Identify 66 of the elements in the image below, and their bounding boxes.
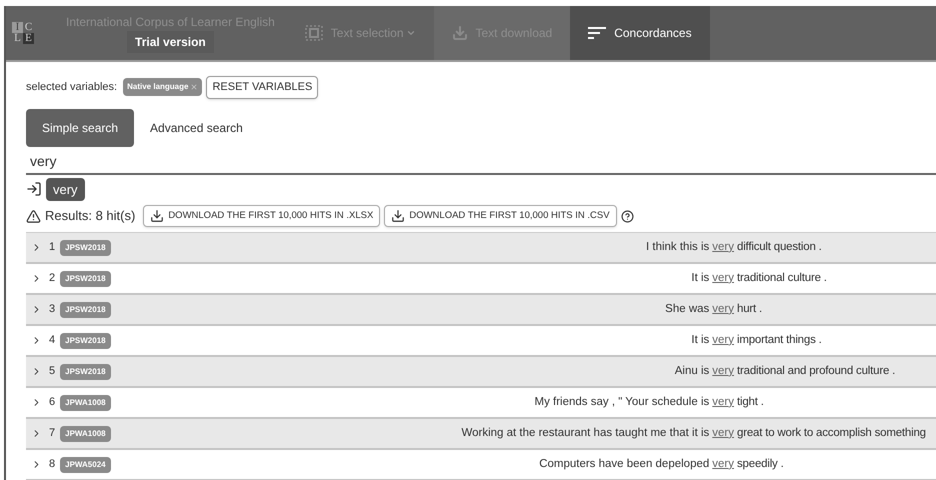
row-number: 6 — [49, 395, 56, 410]
download-icon — [391, 209, 406, 223]
concordance-row[interactable]: 1 JPSW2018 I think this is very difficult question . — [26, 233, 936, 264]
download-icon — [150, 209, 164, 223]
right-context: great to work to accomplish something — [737, 426, 927, 441]
text-code-badge: JPSW2018 — [60, 332, 111, 348]
logo: I C L E — [12, 22, 34, 44]
right-context: speedily . — [737, 456, 785, 472]
text-code-badge: JPWA1008 — [60, 394, 111, 410]
text-code-badge: JPSW2018 — [60, 364, 111, 380]
enter-icon — [26, 181, 42, 198]
download-button[interactable]: DOWNLOAD THE FIRST 10,000 HITS IN .CSV — [384, 205, 617, 227]
row-number: 4 — [49, 333, 56, 348]
keyword-link[interactable]: very — [712, 238, 734, 256]
text-code-badge: JPSW2018 — [60, 270, 111, 286]
keyword-link[interactable]: very — [712, 456, 734, 474]
left-context: She was — [664, 302, 710, 317]
right-context: difficult question . — [737, 240, 823, 255]
download-button[interactable]: DOWNLOAD THE FIRST 10,000 HITS IN .XLSX — [143, 205, 380, 227]
keyword-link[interactable]: very — [712, 332, 734, 350]
right-context: tight . — [737, 394, 765, 410]
right-context: hurt . — [737, 302, 764, 317]
left-context: It is — [690, 332, 710, 348]
row-number: 8 — [49, 457, 56, 472]
keyword-link[interactable]: very — [712, 394, 734, 412]
keyword-link[interactable]: very — [712, 424, 734, 442]
selection-icon — [304, 25, 323, 41]
row-number: 1 — [49, 240, 56, 256]
keyword-link[interactable]: very — [712, 270, 734, 288]
concordance-row[interactable]: 3 JPSW2018 She was very hurt . — [26, 295, 936, 326]
left-context: Ainu is — [674, 364, 710, 379]
results-count: Results: 8 hit(s) — [45, 207, 136, 226]
left-context: Working at the restaurant has taught me that it is — [460, 426, 710, 441]
search-field[interactable]: very — [26, 148, 936, 174]
remove-icon — [190, 83, 198, 92]
reset-button[interactable]: RESET VARIABLES — [206, 76, 318, 98]
row-number: 3 — [49, 302, 56, 318]
warning-icon — [26, 208, 41, 224]
row-number: 7 — [49, 426, 56, 442]
left-context: I think this is — [644, 240, 710, 255]
search-tab[interactable]: Advanced search — [134, 108, 259, 146]
keyword-link[interactable]: very — [712, 362, 734, 380]
query-chip[interactable]: very — [46, 178, 85, 201]
concordance-row[interactable]: 5 JPSW2018 Ainu is very traditional and profound culture . — [26, 357, 936, 388]
left-context: Computers have been depeloped — [538, 456, 710, 472]
trial-label: Trial version — [127, 31, 214, 53]
text-code-badge: JPSW2018 — [60, 240, 111, 256]
nav-tab[interactable]: Concordances — [570, 6, 710, 60]
right-context: traditional culture . — [737, 270, 828, 286]
text-code-badge: JPWA5024 — [60, 456, 111, 472]
variables-label: selected variables: — [26, 80, 118, 95]
search-tab[interactable]: Simple search — [26, 108, 134, 146]
caret-icon — [406, 28, 416, 38]
help-icon[interactable] — [620, 210, 634, 222]
row-number: 5 — [49, 364, 56, 380]
left-context: It is — [690, 270, 710, 286]
text-code-badge: JPWA1008 — [60, 426, 111, 442]
text-code-badge: JPSW2018 — [60, 302, 111, 318]
concordance-row[interactable]: 7 JPWA1008 Working at the restaurant has taught me that it is very great to work to accomplish something — [26, 419, 936, 450]
right-context: traditional and profound culture . — [737, 364, 896, 379]
sort-lines-icon — [588, 27, 606, 39]
right-context: important things . — [737, 332, 823, 348]
left-context: My friends say , " Your schedule is — [534, 394, 710, 410]
download-icon — [452, 25, 468, 41]
keyword-link[interactable]: very — [712, 300, 734, 318]
row-number: 2 — [49, 271, 56, 286]
